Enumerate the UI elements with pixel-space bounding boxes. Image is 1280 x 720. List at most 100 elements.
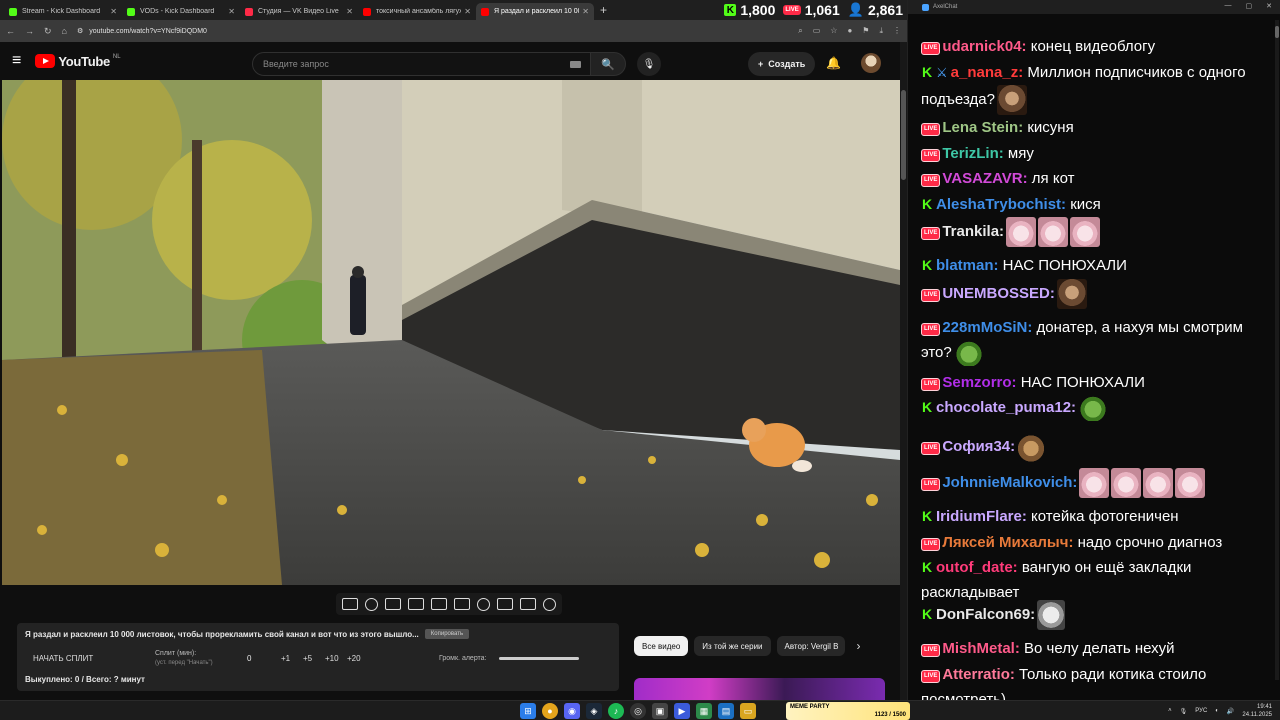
home-icon[interactable]: ⌂ (62, 26, 67, 36)
minimize-icon[interactable]: — (1225, 2, 1232, 10)
add-5-button[interactable]: +5 (303, 654, 325, 663)
loop-icon[interactable] (342, 598, 358, 610)
chat-scroll-thumb[interactable] (1275, 26, 1279, 38)
search-input[interactable] (263, 59, 553, 69)
chat-nickname[interactable]: MishMetal: (942, 640, 1020, 657)
chat-nickname[interactable]: Ляксей Михалыч: (942, 534, 1073, 551)
media-player-icon[interactable]: ▶ (674, 703, 690, 719)
spotify-icon[interactable]: ♪ (608, 703, 624, 719)
speed-icon[interactable] (477, 597, 490, 611)
app-icon[interactable]: ▤ (718, 703, 734, 719)
zoom-icon[interactable]: ⌕ (798, 26, 802, 36)
close-icon[interactable]: ✕ (346, 7, 353, 16)
chat-nickname[interactable]: TerizLin: (942, 145, 1003, 162)
tab-kick-stream[interactable]: Stream - Kick Dashboard ✕ (4, 3, 122, 20)
extensions-icon[interactable]: ⚑ (862, 26, 869, 36)
page-scrollbar[interactable] (900, 42, 907, 700)
url-field[interactable]: ⚙ youtube.com/watch?v=YNcf9iDQDM0 (77, 27, 788, 36)
screenshot-icon[interactable] (520, 598, 536, 610)
app-icon[interactable]: ▦ (696, 703, 712, 719)
chat-nickname[interactable]: chocolate_puma12: (936, 399, 1076, 416)
new-tab-button[interactable]: + (600, 3, 607, 17)
tab-youtube-active[interactable]: Я раздал и расклеил 10 00 ✕ (476, 3, 594, 20)
settings-gear-icon[interactable] (543, 597, 556, 611)
avatar[interactable] (861, 53, 881, 73)
download-icon[interactable]: ⤓ (879, 26, 883, 36)
clapper-icon[interactable] (408, 598, 424, 610)
picture-in-picture-icon[interactable] (431, 598, 447, 610)
start-split-button[interactable]: НАЧАТЬ СПЛИТ (25, 654, 155, 663)
scroll-thumb[interactable] (901, 90, 906, 180)
close-icon[interactable]: ✕ (228, 7, 235, 16)
tab-vk-studio[interactable]: Студия — VK Видео Live ✕ (240, 3, 358, 20)
star-icon[interactable]: ☆ (830, 26, 837, 36)
reload-icon[interactable]: ↻ (44, 26, 52, 37)
chat-nickname[interactable]: 228mMoSiN: (942, 319, 1032, 336)
close-icon[interactable]: ✕ (464, 7, 471, 16)
copy-button[interactable]: Копировать (424, 629, 470, 639)
volume-icon[interactable]: 🔊 (1227, 708, 1234, 715)
close-icon[interactable]: ✕ (110, 7, 117, 16)
search-button[interactable]: 🔍 (590, 52, 626, 76)
cinema-mode-icon[interactable] (454, 598, 470, 610)
windows-start-icon[interactable]: ⊞ (520, 703, 536, 719)
chat-scrollbar[interactable] (1275, 20, 1279, 680)
chat-nickname[interactable]: София34: (942, 438, 1015, 455)
hamburger-menu-icon[interactable]: ≡ (12, 52, 21, 70)
add-10-button[interactable]: +10 (325, 654, 347, 663)
alert-volume-slider[interactable] (499, 656, 579, 660)
profile-circle-icon[interactable]: ● (847, 26, 852, 36)
app-icon[interactable]: ▣ (652, 703, 668, 719)
steam-icon[interactable]: ◈ (586, 703, 602, 719)
audio-icon[interactable] (365, 597, 378, 611)
chat-nickname[interactable]: JohnnieMalkovich: (942, 474, 1077, 491)
chip-same-series[interactable]: Из той же серии (694, 636, 771, 656)
add-icon[interactable] (497, 598, 513, 610)
chrome-icon[interactable]: ● (542, 703, 558, 719)
chat-nickname[interactable]: a_nana_z: (951, 64, 1024, 81)
related-video-thumbnail[interactable] (634, 678, 885, 700)
chat-nickname[interactable]: VASAZAVR: (942, 170, 1027, 187)
obs-icon[interactable]: ◎ (630, 703, 646, 719)
chip-all-videos[interactable]: Все видео (634, 636, 689, 656)
add-1-button[interactable]: +1 (281, 654, 303, 663)
network-icon[interactable]: ◐ (1215, 708, 1219, 714)
chat-nickname[interactable]: Atterratio: (942, 666, 1015, 683)
forward-icon[interactable]: → (25, 26, 34, 36)
chip-author[interactable]: Автор: Vergil B (776, 636, 845, 656)
chevron-right-icon[interactable]: › (857, 639, 861, 653)
chat-nickname[interactable]: Semzorro: (942, 374, 1016, 391)
back-icon[interactable]: ← (6, 26, 15, 36)
chat-nickname[interactable]: UNEMBOSSED: (942, 285, 1055, 302)
chat-nickname[interactable]: Lena Stein: (942, 119, 1023, 136)
clock[interactable]: 19:41 24.11.2025 (1242, 703, 1272, 719)
youtube-logo[interactable]: YouTube NL (35, 54, 121, 69)
eye-icon[interactable] (385, 598, 401, 610)
chevron-up-icon[interactable]: ˄ (1168, 708, 1172, 714)
create-button[interactable]: + Создать (748, 52, 816, 76)
close-icon[interactable]: ✕ (582, 7, 589, 16)
meme-party-widget[interactable]: MEME PARTY 1123 / 1500 (786, 702, 910, 720)
chat-nickname[interactable]: blatman: (936, 257, 999, 274)
keyboard-icon[interactable] (570, 60, 581, 68)
chat-nickname[interactable]: Trankila: (942, 223, 1004, 240)
mic-icon[interactable]: 🎙 (1180, 708, 1188, 715)
chat-nickname[interactable]: IridiumFlare: (936, 508, 1027, 525)
menu-icon[interactable]: ⋮ (893, 26, 901, 36)
tab-kick-vods[interactable]: VODs - Kick Dashboard ✕ (122, 3, 240, 20)
chat-nickname[interactable]: outof_date: (936, 559, 1018, 576)
site-info-icon[interactable]: ⚙ (77, 27, 83, 35)
tab-youtube-1[interactable]: токсичный ансамбль лягухо - ✕ (358, 3, 476, 20)
notifications-bell-icon[interactable]: 🔔 (826, 56, 841, 70)
language-indicator[interactable]: РУС (1195, 708, 1207, 714)
chat-nickname[interactable]: udarnick04: (942, 38, 1026, 55)
maximize-icon[interactable]: ▢ (1246, 2, 1253, 10)
cast-icon[interactable]: ▭ (813, 26, 821, 36)
video-player[interactable] (2, 80, 900, 585)
add-20-button[interactable]: +20 (347, 654, 369, 663)
split-minutes-value[interactable]: 0 (247, 654, 281, 663)
explorer-icon[interactable]: ▭ (740, 703, 756, 719)
discord-icon[interactable]: ◉ (564, 703, 580, 719)
chat-nickname[interactable]: DonFalcon69: (936, 606, 1035, 623)
close-icon[interactable]: ✕ (1266, 2, 1272, 10)
